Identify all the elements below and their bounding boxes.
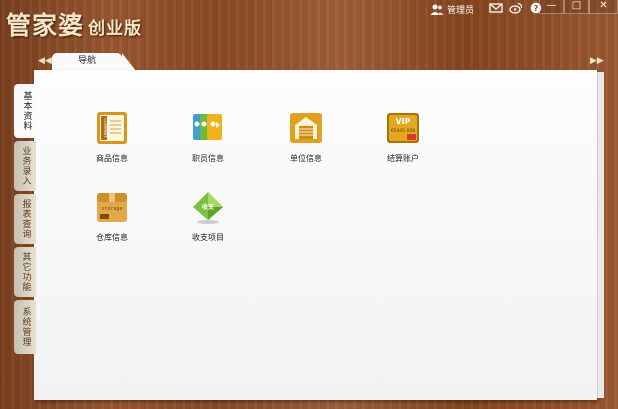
sidebar-tab-basic-data[interactable]: 基本资料 bbox=[14, 84, 38, 138]
company-book-icon: COMPANY bbox=[97, 112, 127, 144]
user-label: 管理员 bbox=[447, 6, 475, 16]
tab-navigation[interactable]: 导航 bbox=[52, 53, 136, 71]
income-expense-diamond-icon: 收支 bbox=[193, 192, 223, 224]
maximize-button[interactable]: □ bbox=[564, 0, 589, 14]
storage-box-icon: storage bbox=[97, 193, 127, 222]
item-income-expense[interactable]: 收支 收支项目 bbox=[168, 189, 248, 243]
scroll-left-arrow[interactable]: ◀◀ bbox=[38, 56, 52, 66]
close-button[interactable]: ✕ bbox=[589, 0, 618, 14]
scroll-right-arrow[interactable]: ▶▶ bbox=[590, 56, 604, 66]
mail-icon[interactable] bbox=[489, 2, 503, 14]
item-product-info[interactable]: COMPANY 商品信息 bbox=[72, 110, 152, 164]
item-settlement-account[interactable]: VIP 65445 028 结算账户 bbox=[363, 110, 443, 164]
item-label: 收支项目 bbox=[192, 233, 224, 242]
vip-card-label: VIP bbox=[395, 117, 410, 126]
item-label: 仓库信息 bbox=[96, 233, 128, 242]
employee-cards-icon bbox=[193, 114, 222, 140]
window-controls: — □ ✕ bbox=[539, 0, 618, 14]
svg-text:?: ? bbox=[534, 4, 539, 13]
sidebar-tab-report-query[interactable]: 报表查询 bbox=[14, 194, 36, 244]
diamond-text: 收支 bbox=[202, 203, 215, 211]
company-book-text: COMPANY bbox=[103, 118, 108, 138]
item-label: 职员信息 bbox=[192, 154, 224, 163]
sidebar-tab-business-entry[interactable]: 业务录入 bbox=[14, 141, 36, 191]
storage-box-text: storage bbox=[101, 206, 122, 212]
sidebar-tab-other-functions[interactable]: 其它功能 bbox=[14, 247, 36, 297]
warehouse-door-icon bbox=[290, 113, 322, 143]
vip-card-icon: VIP 65445 028 bbox=[387, 113, 419, 143]
user-icon bbox=[430, 4, 444, 15]
panel-edge bbox=[597, 72, 604, 398]
item-label: 结算账户 bbox=[387, 154, 419, 163]
item-warehouse-info[interactable]: storage 仓库信息 bbox=[72, 189, 152, 243]
app-edition: 创业版 bbox=[88, 19, 143, 39]
item-employee-info[interactable]: 职员信息 bbox=[168, 110, 248, 164]
title-bar: 管家婆 创业版 管理员 ? — □ ✕ bbox=[0, 0, 618, 50]
item-label: 单位信息 bbox=[290, 154, 322, 163]
item-unit-info[interactable]: 单位信息 bbox=[266, 110, 346, 164]
weibo-icon[interactable] bbox=[509, 2, 523, 14]
user-menu[interactable]: 管理员 bbox=[430, 3, 474, 16]
app-title: 管家婆 bbox=[6, 11, 85, 40]
item-label: 商品信息 bbox=[96, 154, 128, 163]
minimize-button[interactable]: — bbox=[539, 0, 564, 14]
app-logo: 管家婆 创业版 bbox=[6, 6, 142, 42]
vip-card-number: 65445 028 bbox=[391, 128, 415, 134]
sidebar-tab-system-management[interactable]: 系统管理 bbox=[14, 300, 36, 354]
